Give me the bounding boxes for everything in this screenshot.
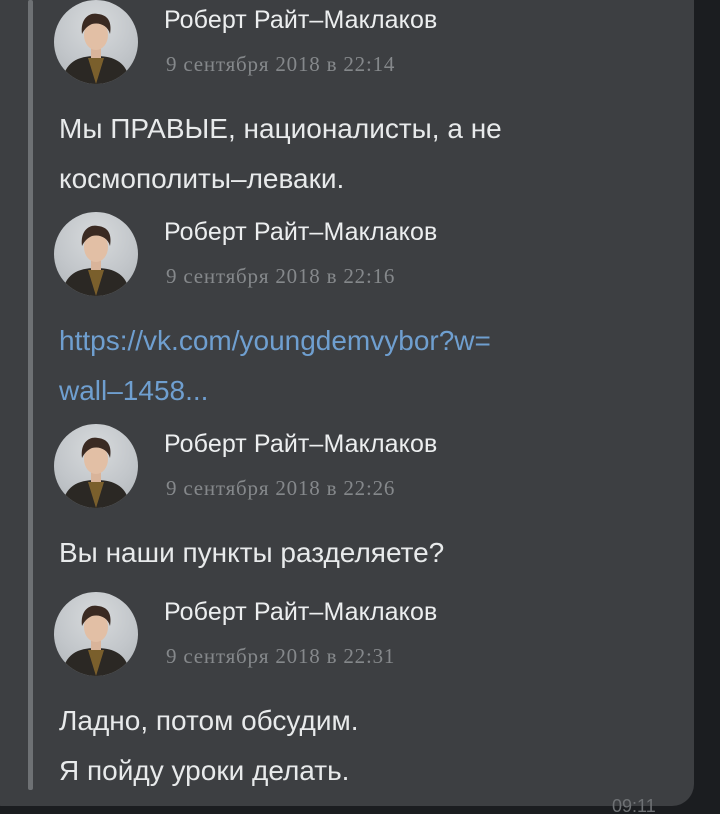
message-text: Мы ПРАВЫЕ, националисты, а не космополит… (59, 113, 502, 194)
message-date: 9 сентября 2018 в 22:14 (166, 52, 396, 76)
message-header: Роберт Райт–Маклаков 9 сентября 2018 в 2… (54, 424, 614, 510)
author-name[interactable]: Роберт Райт–Маклаков (164, 218, 437, 247)
forwarded-quote-line (28, 0, 33, 790)
author-avatar[interactable] (54, 0, 138, 84)
message-header: Роберт Райт–Маклаков 9 сентября 2018 в 2… (54, 212, 614, 298)
message-time: 09:11 (612, 796, 656, 814)
author-name[interactable]: Роберт Райт–Маклаков (164, 6, 437, 35)
message-header: Роберт Райт–Маклаков 9 сентября 2018 в 2… (54, 0, 614, 86)
message-date: 9 сентября 2018 в 22:26 (166, 476, 396, 500)
message-text: Вы наши пункты разделяете? (59, 537, 445, 568)
message-link[interactable]: https://vk.com/youngdemvybor?w= wall–145… (59, 316, 659, 416)
author-avatar[interactable] (54, 592, 138, 676)
message-date: 9 сентября 2018 в 22:31 (166, 644, 396, 668)
author-avatar[interactable] (54, 424, 138, 508)
author-name[interactable]: Роберт Райт–Маклаков (164, 598, 437, 627)
message-date: 9 сентября 2018 в 22:16 (166, 264, 396, 288)
message-text: Ладно, потом обсудим. Я пойду уроки дела… (59, 705, 359, 786)
author-name[interactable]: Роберт Райт–Маклаков (164, 430, 437, 459)
message-header: Роберт Райт–Маклаков 9 сентября 2018 в 2… (54, 592, 614, 678)
author-avatar[interactable] (54, 212, 138, 296)
